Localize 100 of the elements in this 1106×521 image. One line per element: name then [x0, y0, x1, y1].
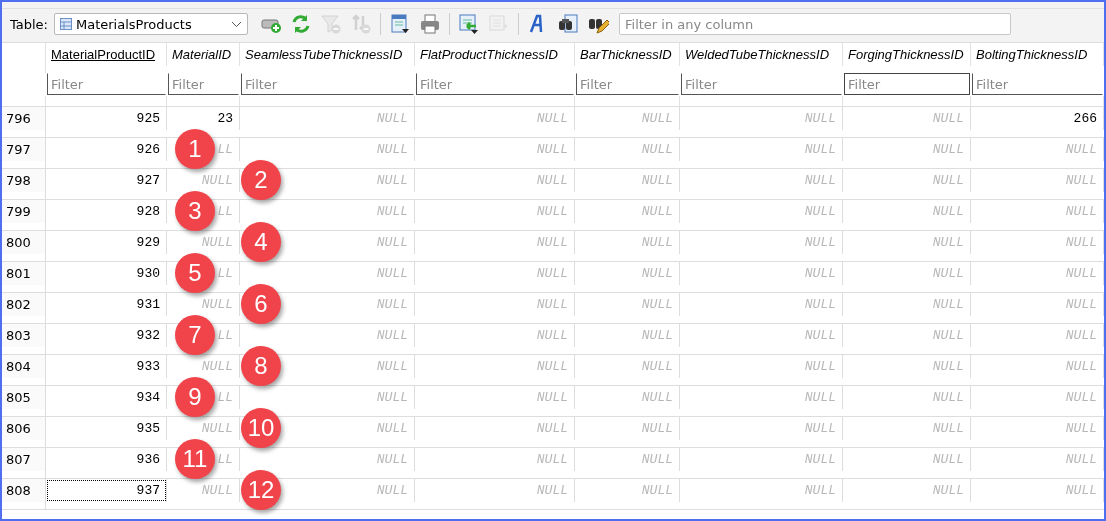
null-value: NULL [1065, 358, 1097, 374]
row-number: 808 [2, 479, 46, 502]
null-value: NULL [932, 234, 964, 250]
row-number: 803 [2, 324, 46, 347]
table-cell: 928 [136, 203, 160, 219]
column-header[interactable]: MaterialID [172, 46, 232, 62]
null-value: NULL [376, 265, 408, 281]
null-value: NULL [804, 172, 836, 188]
row-number: 804 [2, 355, 46, 378]
null-value: NULL [804, 265, 836, 281]
null-value: NULL [1065, 296, 1097, 312]
table-cell: 930 [136, 265, 160, 281]
table-cell: 937 [136, 482, 160, 498]
null-value: NULL [932, 358, 964, 374]
null-value: NULL [376, 110, 408, 126]
column-header[interactable]: MaterialProductID [51, 46, 156, 62]
row-number: 800 [2, 231, 46, 254]
null-value: NULL [536, 110, 568, 126]
row-number: 801 [2, 262, 46, 285]
null-value: NULL [641, 141, 673, 157]
null-value: LL [217, 203, 233, 219]
null-value: NULL [932, 482, 964, 498]
document-icon [389, 13, 411, 35]
null-value: NULL [804, 110, 836, 126]
null-value: NULL [641, 358, 673, 374]
null-value: NULL [1065, 141, 1097, 157]
null-value: NULL [201, 296, 233, 312]
null-value: NULL [536, 296, 568, 312]
null-value: NULL [804, 420, 836, 436]
row-number: 798 [2, 169, 46, 192]
null-value: NULL [932, 265, 964, 281]
row-number: 796 [2, 107, 46, 130]
null-value: NULL [376, 389, 408, 405]
null-value: NULL [804, 358, 836, 374]
null-value: NULL [1065, 203, 1097, 219]
null-value: NULL [641, 265, 673, 281]
null-value: NULL [201, 420, 233, 436]
null-value: NULL [536, 265, 568, 281]
null-value: NULL [201, 358, 233, 374]
null-value: NULL [1065, 482, 1097, 498]
row-number: 805 [2, 386, 46, 409]
chevron-down-icon [231, 20, 242, 28]
null-value: NULL [1065, 327, 1097, 343]
null-value: NULL [804, 141, 836, 157]
callout-badge: 7 [175, 315, 215, 355]
null-value: LL [217, 327, 233, 343]
null-value: NULL [376, 358, 408, 374]
table-label: Table: [10, 16, 48, 32]
null-value: NULL [536, 234, 568, 250]
sort-icon [350, 13, 372, 35]
column-header[interactable]: BoltingThicknessID [976, 46, 1088, 62]
callout-badge: 4 [241, 222, 281, 262]
row-number: 799 [2, 200, 46, 223]
null-value: LL [217, 389, 233, 405]
null-value: NULL [932, 296, 964, 312]
table-cell: 933 [136, 358, 160, 374]
column-header[interactable]: WeldedTubeThicknessID [685, 46, 830, 62]
column-header[interactable]: SeamlessTubeThicknessID [245, 46, 403, 62]
table-cell: 935 [136, 420, 160, 436]
null-value: NULL [641, 296, 673, 312]
null-value: NULL [536, 451, 568, 467]
null-value: NULL [376, 451, 408, 467]
table-cell: 925 [136, 110, 160, 126]
null-value: NULL [201, 172, 233, 188]
null-value: NULL [536, 420, 568, 436]
column-header[interactable]: ForgingThicknessID [848, 46, 964, 62]
null-value: NULL [376, 420, 408, 436]
null-value: NULL [932, 327, 964, 343]
null-value: NULL [641, 172, 673, 188]
filter-icon [320, 13, 342, 35]
column-header[interactable]: BarThicknessID [580, 46, 672, 62]
refresh-icon [290, 13, 312, 35]
callout-badge: 8 [241, 346, 281, 386]
filter-field[interactable]: Filter [844, 73, 970, 95]
callout-badge: 3 [175, 191, 215, 231]
search-field[interactable]: Filter in any column [619, 13, 1011, 35]
table-cell: 931 [136, 296, 160, 312]
table-cell: 929 [136, 234, 160, 250]
null-value: NULL [932, 172, 964, 188]
row-number: 806 [2, 417, 46, 440]
binoculars-icon [557, 13, 579, 35]
null-value: NULL [1065, 265, 1097, 281]
import-icon [458, 13, 480, 35]
table-dropdown[interactable]: MaterialsProducts [54, 13, 248, 35]
callout-badge: 6 [241, 284, 281, 324]
null-value: NULL [932, 420, 964, 436]
null-value: NULL [641, 420, 673, 436]
table-cell: 936 [136, 451, 160, 467]
null-value: NULL [932, 451, 964, 467]
column-header[interactable]: FlatProductThicknessID [420, 46, 558, 62]
null-value: NULL [804, 203, 836, 219]
callout-badge: 12 [241, 470, 281, 510]
null-value: NULL [932, 389, 964, 405]
null-value: NULL [804, 389, 836, 405]
callout-badge: 2 [241, 160, 281, 200]
table-cell: 266 [1073, 110, 1097, 126]
null-value: NULL [641, 110, 673, 126]
null-value: NULL [376, 296, 408, 312]
table-cell: 926 [136, 141, 160, 157]
null-value: NULL [201, 482, 233, 498]
